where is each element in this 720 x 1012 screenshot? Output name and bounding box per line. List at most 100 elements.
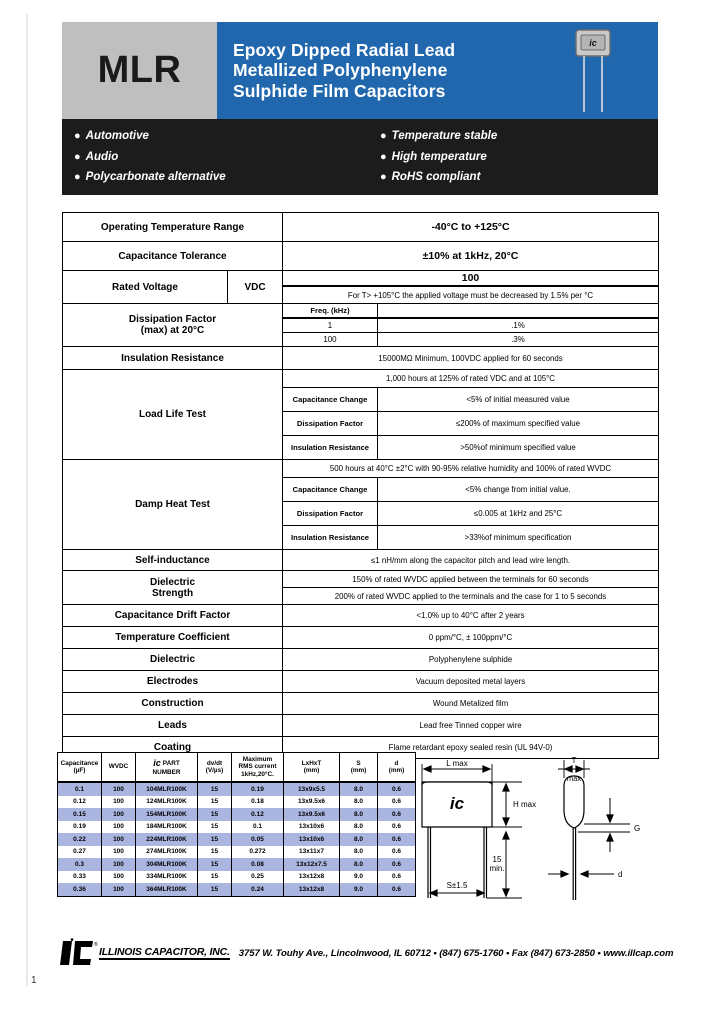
table-header-row: Capacitance (µF) WVDC ic PART NUMBER dv/dt(… (57, 752, 416, 784)
label-g: G (634, 824, 640, 833)
cell-cap: 0.22 (57, 833, 102, 846)
col-capacitance: Capacitance (µF) (57, 752, 102, 784)
cell-cap: 0.36 (57, 883, 102, 897)
feature-label: Audio (85, 150, 119, 163)
label-lead-length: 15 (493, 855, 502, 864)
cell-cap: 0.3 (57, 858, 102, 871)
title-line-3: Sulphide Film Capacitors (233, 80, 446, 101)
ic-logo-icon: ic (153, 758, 161, 769)
cell-dvdt: 15 (197, 845, 232, 859)
cell-d: 0.6 (377, 858, 416, 871)
feature-label: Temperature stable (391, 130, 498, 142)
spec-label: Self-inductance (62, 549, 283, 571)
spec-value: 200% of rated WVDC applied to the termin… (281, 587, 660, 605)
table-row: 0.15 100 154MLR100K 15 0.12 13x9.5x6 8.0 0.6 (57, 808, 416, 821)
dimension-drawing: L max H max 15 min. S±1.5 T max G d ic (421, 756, 640, 900)
svg-text:ic: ic (589, 38, 597, 48)
col-wvdc: WVDC (101, 752, 136, 784)
sub-label: Dissipation Factor (282, 411, 378, 436)
mechanical-drawings: L max H max 15 min. S±1.5 T max G d ic (418, 752, 664, 908)
label-d: d (618, 870, 622, 879)
cell-pn: 364MLR100K (135, 883, 198, 897)
page-header: MLR Epoxy Dipped Radial Lead Metallized … (62, 22, 658, 119)
spec-label: Temperature Coefficient (62, 626, 283, 649)
table-row: 0.36 100 364MLR100K 15 0.24 13x12x8 9.0 0.6 (57, 883, 416, 897)
cell-lht: 13x9.5x6 (283, 808, 340, 821)
cell-wvdc: 100 (101, 782, 136, 796)
cell-dvdt: 15 (197, 870, 232, 884)
spec-blank (376, 303, 660, 319)
col-dvdt: dv/dt (V/µs) (197, 752, 232, 784)
cell-rms: 0.05 (231, 833, 284, 846)
bullet-dot-icon: ● (379, 130, 387, 142)
company-name: ILLINOIS CAPACITOR, INC. (99, 946, 230, 960)
cell-dvdt: 15 (197, 808, 232, 821)
svg-text:®: ® (94, 941, 98, 948)
cell-s: 8.0 (339, 795, 378, 809)
cell-dvdt: 15 (197, 820, 232, 834)
cell-cap: 0.15 (57, 808, 102, 821)
spec-label: Insulation Resistance (62, 346, 283, 370)
cell-cap: 0.27 (57, 845, 102, 859)
cell-pn: 154MLR100K (135, 808, 198, 821)
spec-note: For T> +105°C the applied voltage must b… (281, 285, 660, 304)
cell-s: 8.0 (339, 858, 378, 871)
table-row: Self-inductance ≤1 nH/mm along the capac… (62, 549, 660, 571)
spec-value: 15000MΩ Minimum, 100VDC applied for 60 s… (281, 346, 660, 370)
sub-value: >50%of minimum specified value (376, 435, 660, 460)
spec-label: Load Life Test (62, 369, 283, 460)
illinois-capacitor-logo-icon: ® (60, 938, 98, 965)
cell-rms: 0.12 (231, 808, 284, 821)
cell-lht: 13x9x5.5 (283, 782, 340, 796)
sub-label: Dissipation Factor (282, 501, 378, 526)
spec-value: Lead free Tinned copper wire (281, 714, 660, 737)
cell-lht: 13x10x6 (283, 820, 340, 834)
header-title-band: Epoxy Dipped Radial Lead Metallized Poly… (217, 22, 658, 119)
ic-logo-front: ic (450, 794, 465, 813)
cell-s: 9.0 (339, 870, 378, 884)
cell-rms: 0.272 (231, 845, 284, 859)
sub-label: Insulation Resistance (282, 525, 378, 550)
feature-column-right: ● Temperature stable ● High temperature ● R… (372, 119, 658, 195)
label-lead-length-unit: min. (489, 864, 504, 873)
freq-header: Freq. (kHz) (282, 303, 378, 319)
table-row: Construction Wound Metalized film (62, 692, 660, 715)
label-pitch: S±1.5 (447, 881, 468, 890)
spec-label: Capacitance Tolerance (62, 241, 283, 271)
capacitor-photo: ic (575, 29, 611, 112)
table-row: Load Life Test 1,000 hours at 125% of ra… (62, 369, 660, 460)
table-row: 0.22 100 224MLR100K 15 0.05 13x10x6 8.0 0.6 (57, 833, 416, 846)
col-lht: LxHxT (mm) (283, 752, 340, 784)
feature-label: Automotive (85, 130, 149, 142)
col-rms-current: Maximum RMS current 1kHz,20°C. (231, 752, 284, 784)
feature-item: ● Audio (74, 147, 372, 168)
table-row: 0.1 100 104MLR100K 15 0.19 13x9x5.5 8.0 0.6 (57, 782, 416, 796)
cell-dvdt: 15 (197, 858, 232, 871)
spec-value: 150% of rated WVDC applied between the t… (281, 570, 660, 588)
spec-label: Dielectric Strength (62, 570, 283, 605)
table-row: Damp Heat Test 500 hours at 40°C ±2°C wi… (62, 459, 660, 550)
cell-dvdt: 15 (197, 833, 232, 846)
cell-rms: 0.24 (231, 883, 284, 897)
series-badge: MLR (62, 22, 217, 119)
specifications-table: Operating Temperature Range -40°C to +12… (62, 212, 660, 759)
label-t: T (572, 756, 577, 765)
sub-label: Insulation Resistance (282, 435, 378, 460)
cell-wvdc: 100 (101, 795, 136, 809)
sub-value: ≤0.005 at 1kHz and 25°C (376, 501, 660, 526)
cell-d: 0.6 (377, 820, 416, 834)
feature-item: ● RoHS compliant (380, 167, 658, 188)
cell-d: 0.6 (377, 833, 416, 846)
cell-wvdc: 100 (101, 808, 136, 821)
cell-s: 9.0 (339, 883, 378, 897)
label-h-max: H max (513, 800, 536, 809)
cell-pn: 334MLR100K (135, 870, 198, 884)
cell-wvdc: 100 (101, 820, 136, 834)
cell-cap: 0.33 (57, 870, 102, 884)
spec-value: ±10% at 1kHz, 20°C (281, 241, 660, 271)
sub-label: Capacitance Change (282, 477, 378, 502)
bullet-dot-icon: ● (74, 130, 81, 142)
sub-label: Capacitance Change (282, 387, 378, 412)
table-row: 0.19 100 184MLR100K 15 0.1 13x10x6 8.0 0.6 (57, 820, 416, 834)
cell-lht: 13x12x7.5 (283, 858, 340, 871)
